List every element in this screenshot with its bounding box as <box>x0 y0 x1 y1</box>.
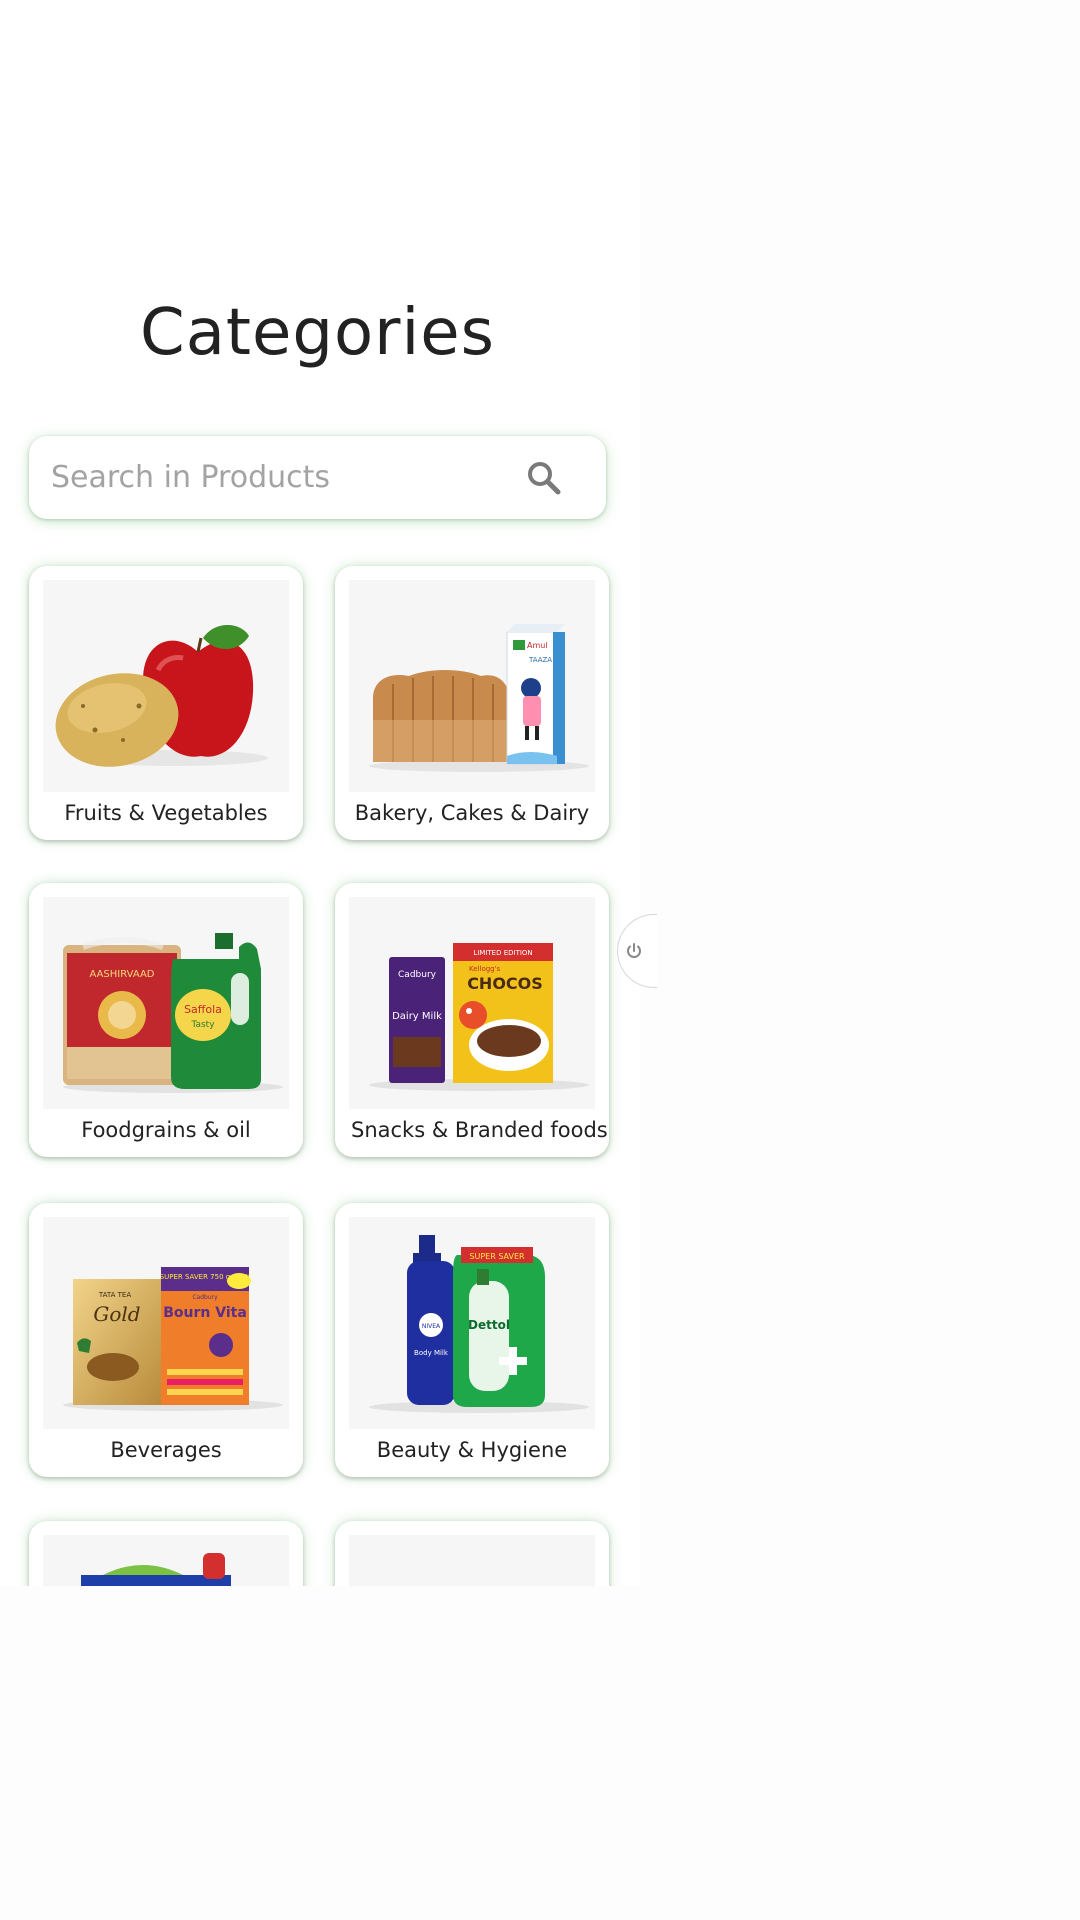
amul-brand-text: Amul <box>527 641 548 650</box>
category-card-partial[interactable] <box>29 1521 303 1586</box>
kelloggs-text: Kellogg's <box>469 965 501 973</box>
bournvita-maker-text: Cadbury <box>192 1294 218 1301</box>
category-image-bakery-dairy: Amul TAAZA <box>349 580 595 792</box>
category-card-foodgrains-oil[interactable]: AASHIRVAAD Saffola Tasty Foodgrains & oi… <box>29 883 303 1157</box>
category-card-fruits-vegetables[interactable]: Fruits & Vegetables <box>29 566 303 840</box>
category-image-beverages: TATA TEA Gold SUPER SAVER 750 g PACK Cad… <box>43 1217 289 1429</box>
category-image-partial <box>43 1535 289 1586</box>
category-image-foodgrains-oil: AASHIRVAAD Saffola Tasty <box>43 897 289 1109</box>
taaza-text: TAAZA <box>528 656 552 664</box>
category-label: Snacks & Branded foods <box>351 1118 608 1142</box>
saffola-text: Saffola <box>184 1003 222 1016</box>
category-card-beauty-hygiene[interactable]: NIVEA Body Milk SUPER SAVER Dettol Beaut… <box>335 1203 609 1477</box>
category-card-partial[interactable] <box>335 1521 609 1586</box>
category-label: Beauty & Hygiene <box>376 1438 568 1462</box>
body-milk-text: Body Milk <box>414 1349 449 1357</box>
gold-text: Gold <box>93 1302 140 1326</box>
nivea-text: NIVEA <box>422 1323 441 1330</box>
search-bar <box>29 436 606 519</box>
dairy-milk-text: Dairy Milk <box>392 1011 442 1022</box>
dettol-super-saver-text: SUPER SAVER <box>469 1252 525 1261</box>
tata-tea-text: TATA TEA <box>98 1291 131 1299</box>
limited-edition-text: LIMITED EDITION <box>473 949 532 957</box>
category-image-fruits-vegetables <box>43 580 289 792</box>
dettol-text: Dettol <box>468 1318 510 1332</box>
category-label: Fruits & Vegetables <box>64 801 268 825</box>
chocos-text: CHOCOS <box>467 974 543 993</box>
category-image-partial <box>349 1535 595 1586</box>
aashirvaad-text: AASHIRVAAD <box>89 969 154 980</box>
category-label: Foodgrains & oil <box>81 1118 251 1142</box>
bournvita-text: Bourn Vita <box>163 1305 247 1321</box>
category-label: Beverages <box>110 1438 222 1462</box>
category-card-bakery-dairy[interactable]: Amul TAAZA Bakery, Cakes & Dairy <box>335 566 609 840</box>
category-image-beauty-hygiene: NIVEA Body Milk SUPER SAVER Dettol <box>349 1217 595 1429</box>
category-label: Bakery, Cakes & Dairy <box>354 801 590 825</box>
search-icon[interactable] <box>522 456 566 500</box>
tasty-text: Tasty <box>190 1020 215 1030</box>
page-title: Categories <box>140 296 495 370</box>
category-card-snacks-branded[interactable]: Cadbury Dairy Milk LIMITED EDITION Kello… <box>335 883 609 1157</box>
category-image-snacks-branded: Cadbury Dairy Milk LIMITED EDITION Kello… <box>349 897 595 1109</box>
app-viewport: Categories F <box>0 0 640 1586</box>
cadbury-text: Cadbury <box>398 970 437 980</box>
search-input[interactable] <box>51 460 521 495</box>
category-card-beverages[interactable]: TATA TEA Gold SUPER SAVER 750 g PACK Cad… <box>29 1203 303 1477</box>
